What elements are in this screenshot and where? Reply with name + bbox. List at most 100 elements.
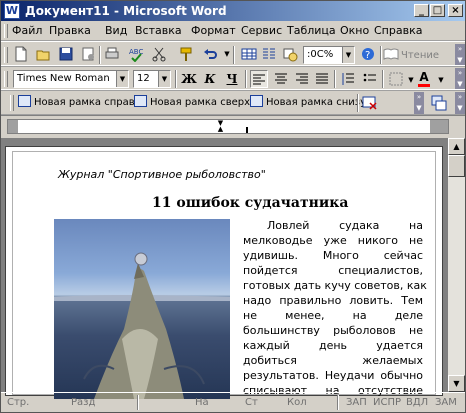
frame-top-icon: [134, 95, 147, 107]
new-frame-bottom-button[interactable]: Новая рамка снизу: [250, 94, 366, 112]
body-line: пойдется специалистов,: [243, 264, 423, 277]
body-line: Ловлей судака на: [267, 219, 423, 232]
document-page[interactable]: Журнал "Спортивное рыболовство" 11 ошибо…: [5, 146, 443, 399]
help-icon[interactable]: ?: [360, 46, 376, 62]
bullets-icon[interactable]: [361, 70, 379, 88]
status-position: На: [195, 397, 209, 408]
minimize-button[interactable]: _: [414, 4, 429, 17]
status-separator: [137, 395, 139, 410]
status-ext[interactable]: ВДЛ: [406, 397, 428, 408]
menu-insert[interactable]: Вставка: [135, 24, 182, 37]
menu-view[interactable]: Вид: [105, 24, 127, 37]
toolbar-grip[interactable]: [10, 95, 14, 111]
underline-button[interactable]: Ч: [223, 70, 241, 88]
article-title: 11 ошибок судачатника: [152, 195, 349, 211]
body-line: мелководье уже никого не: [243, 234, 423, 247]
drawing-icon[interactable]: [282, 46, 298, 62]
toolbar-options-chevron-icon[interactable]: » ▼: [414, 92, 424, 114]
formatting-toolbar: Times New Roman ▼ 12 ▼ Ж К Ч ▼ A ▼ » ▼: [1, 65, 465, 91]
frame-bottom-icon: [250, 95, 263, 107]
scrollbar-thumb[interactable]: [448, 155, 465, 177]
undo-icon[interactable]: [203, 46, 219, 62]
status-page: Стр.: [7, 397, 30, 408]
maximize-button[interactable]: □: [430, 4, 445, 17]
cut-icon[interactable]: [151, 46, 167, 62]
open-icon[interactable]: [36, 46, 52, 62]
read-icon[interactable]: [383, 46, 399, 62]
toolbar-grip[interactable]: [4, 71, 8, 87]
toolbar-separator: [99, 46, 101, 64]
frame-properties-icon[interactable]: [362, 95, 378, 111]
menu-table[interactable]: Таблица: [287, 24, 336, 37]
frame-right-icon: [18, 95, 31, 107]
line-spacing-icon[interactable]: [339, 70, 357, 88]
status-bar: Стр. Разд На Ст Кол ЗАП ИСПР ВДЛ ЗАМ: [1, 392, 465, 412]
menu-file[interactable]: Файл: [12, 24, 42, 37]
toolbar-separator: [233, 46, 235, 64]
toolbar-options-chevron-icon[interactable]: » ▼: [455, 92, 465, 114]
format-painter-icon[interactable]: [179, 46, 195, 62]
table-icon[interactable]: [241, 46, 257, 62]
body-line: готовых дать кучу советов, как: [243, 279, 427, 292]
toolbar-separator: [357, 94, 359, 112]
word-app-icon[interactable]: W: [4, 3, 20, 19]
font-color-dropdown-icon[interactable]: ▼: [433, 72, 449, 88]
word-window: W Документ11 - Microsoft Word _ □ × Файл…: [0, 0, 466, 413]
menu-grip[interactable]: [4, 24, 8, 38]
status-ovr[interactable]: ЗАМ: [435, 397, 457, 408]
status-separator: [337, 395, 339, 410]
print-icon[interactable]: [104, 46, 120, 62]
body-line: не менее, на деле: [243, 309, 423, 322]
status-rec[interactable]: ЗАП: [346, 397, 367, 408]
drawing-layout-icon[interactable]: [431, 95, 447, 111]
status-section: Разд: [71, 397, 96, 408]
status-column: Кол: [287, 397, 307, 408]
status-trk[interactable]: ИСПР: [373, 397, 401, 408]
body-line: добиться желаемых: [243, 354, 423, 367]
font-size-select[interactable]: 12 ▼: [133, 70, 171, 88]
toolbar-options-chevron-icon[interactable]: » ▼: [455, 68, 465, 90]
align-left-button[interactable]: [250, 70, 268, 88]
menu-bar: Файл Правка Вид Вставка Формат Сервис Та…: [1, 21, 465, 41]
new-frame-top-button[interactable]: Новая рамка сверху: [134, 94, 256, 112]
toolbar-separator: [334, 70, 336, 88]
align-center-button[interactable]: [272, 70, 290, 88]
title-bar: W Документ11 - Microsoft Word _ □ ×: [1, 1, 465, 21]
justify-button[interactable]: [313, 70, 331, 88]
font-name-select[interactable]: Times New Roman ▼: [13, 70, 129, 88]
bold-button[interactable]: Ж: [180, 70, 198, 88]
toolbar-options-chevron-icon[interactable]: » ▼: [455, 44, 465, 66]
indent-marker-icon[interactable]: ▼ ▲: [217, 120, 224, 133]
align-right-button[interactable]: [293, 70, 311, 88]
new-frame-right-button[interactable]: Новая рамка справа: [18, 94, 141, 112]
ruler-area: ▼ ▲: [1, 115, 465, 137]
menu-format[interactable]: Формат: [191, 24, 236, 37]
scroll-up-arrow-icon[interactable]: ▲: [448, 138, 465, 155]
svg-text:?: ?: [365, 50, 370, 61]
read-button-label[interactable]: Чтение: [401, 50, 439, 61]
spelling-icon[interactable]: ABC: [128, 46, 144, 63]
body-line: результатов. Неудачи обычно: [243, 369, 423, 382]
toolbar-grip[interactable]: [4, 47, 8, 63]
close-button[interactable]: ×: [448, 4, 463, 17]
article-body: Ловлей судака на мелководье уже никого н…: [243, 218, 427, 398]
document-header: Журнал "Спортивное рыболовство": [58, 168, 266, 181]
window-title: Документ11 - Microsoft Word: [25, 4, 227, 18]
new-document-icon[interactable]: [13, 46, 29, 62]
menu-help[interactable]: Справка: [374, 24, 422, 37]
italic-button[interactable]: К: [201, 70, 219, 88]
columns-icon[interactable]: [261, 46, 277, 62]
scroll-down-arrow-icon[interactable]: ▼: [448, 375, 465, 392]
horizontal-ruler[interactable]: ▼ ▲: [7, 119, 449, 134]
frames-toolbar: Новая рамка справа Новая рамка сверху Но…: [1, 89, 465, 115]
menu-tools[interactable]: Сервис: [241, 24, 282, 37]
menu-edit[interactable]: Правка: [49, 24, 91, 37]
vertical-scrollbar[interactable]: ▲ ▼: [448, 138, 465, 392]
toolbar-separator: [380, 46, 382, 64]
save-icon[interactable]: [58, 46, 74, 62]
zoom-select[interactable]: :0C% ▼: [303, 46, 355, 64]
permission-icon[interactable]: [80, 46, 96, 62]
menu-window[interactable]: Окно: [340, 24, 369, 37]
body-line: удивишь. Много сейчас: [243, 249, 423, 262]
font-color-button[interactable]: A: [415, 70, 433, 88]
